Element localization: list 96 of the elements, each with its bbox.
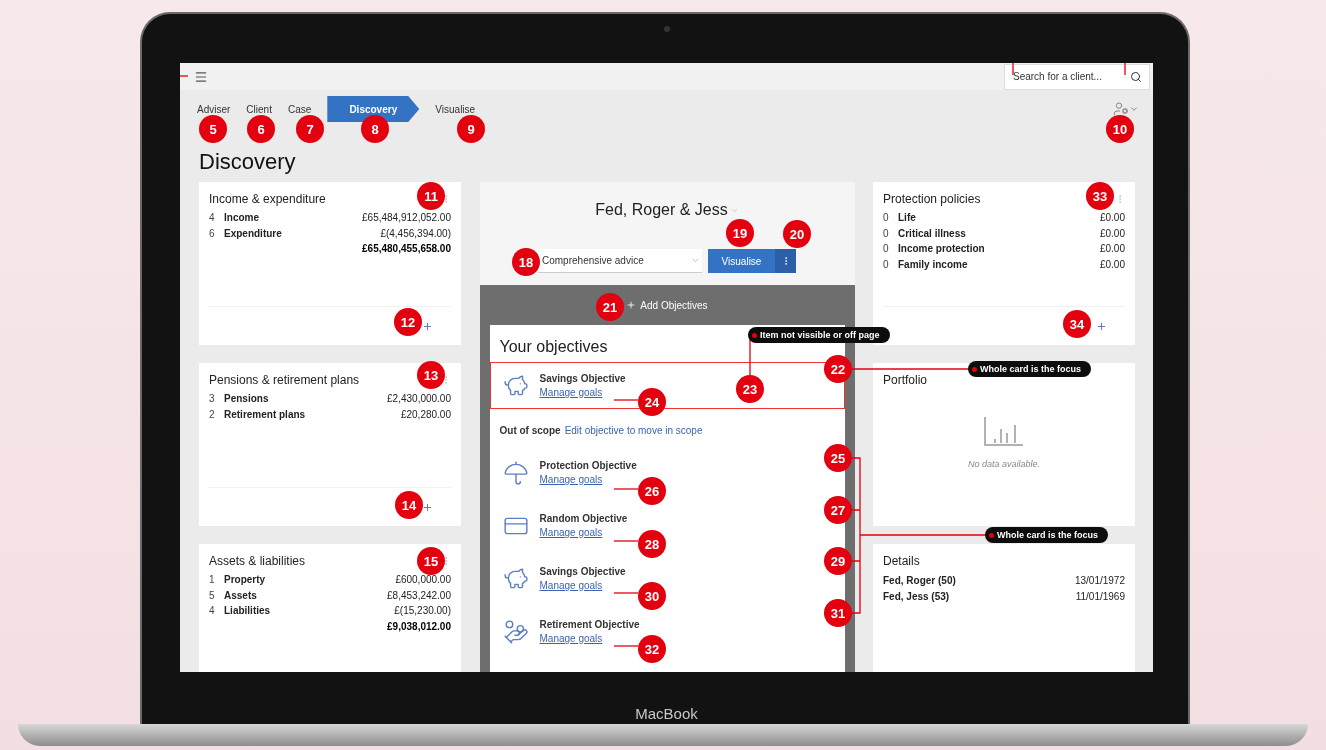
total-value: £9,038,012.00	[387, 619, 451, 634]
objective-title: Protection Objective	[539, 460, 637, 471]
row-label: Property	[224, 573, 267, 587]
bar-chart-icon	[983, 414, 1025, 447]
card-title: Income & expenditure	[209, 192, 326, 206]
row-value: £8,453,242.00	[387, 588, 451, 603]
row-value: £0.00	[1099, 211, 1125, 225]
birth-date: 13/01/1972	[1074, 574, 1125, 588]
manage-goals-link[interactable]: Manage goals	[539, 580, 626, 591]
visualise-button[interactable]: Visualise	[708, 249, 775, 273]
edit-objective-link[interactable]: Edit objective to move in scope	[564, 425, 703, 436]
row-value: £(4,456,394.00)	[380, 226, 451, 241]
objective-title: Retirement Objective	[539, 619, 640, 630]
umbrella-icon	[502, 459, 529, 486]
callout-label: Item not vissible or off page	[748, 327, 890, 343]
leader-line	[1012, 62, 1014, 76]
row-label: Pensions	[224, 392, 270, 406]
step-tab[interactable]: Adviser	[197, 103, 231, 115]
row-label: Critical illness	[898, 226, 967, 241]
add-icon[interactable]	[422, 320, 433, 332]
row-count: 3	[209, 392, 216, 406]
leader-line	[613, 399, 639, 401]
card-title: Protection policies	[883, 192, 981, 206]
person-name: Fed, Jess (53)	[883, 589, 950, 604]
row-count: 2	[209, 407, 216, 422]
row-count: 0	[883, 242, 890, 256]
row-value: £20,280.00	[400, 407, 451, 422]
row-count: 5	[209, 588, 216, 603]
chevron-down-icon	[691, 256, 700, 265]
row-value: £600,000.00	[395, 573, 451, 587]
row-count: 1	[209, 573, 216, 587]
manage-goals-link[interactable]: Manage goals	[539, 633, 640, 644]
add-icon[interactable]	[1096, 320, 1107, 332]
card-title: Details	[883, 554, 921, 568]
device-label: MacBook	[635, 705, 698, 722]
step-tab[interactable]: Visualise	[435, 103, 476, 115]
row-value: £0.00	[1099, 257, 1125, 272]
objective-title: Savings Objective	[539, 373, 626, 384]
row-label: Life	[898, 211, 917, 225]
leader-line	[613, 592, 639, 594]
leader-line	[179, 75, 189, 77]
leader-line	[613, 540, 639, 542]
add-objectives-button[interactable]: Add Objectives	[626, 285, 708, 325]
row-label: Expenditure	[224, 226, 283, 241]
person-name: Fed, Roger (50)	[883, 574, 956, 588]
row-count: 4	[209, 211, 216, 225]
plus-icon	[626, 300, 637, 310]
birth-date: 11/01/1969	[1075, 589, 1125, 604]
menu-icon[interactable]	[194, 69, 208, 84]
out-of-scope-label: Out of scope	[499, 425, 561, 436]
empty-message: No data available.	[967, 458, 1041, 469]
client-name: Fed, Roger & Jess	[595, 201, 728, 219]
row-label: Liabilities	[224, 604, 272, 618]
chevron-down-icon[interactable]	[1129, 104, 1139, 114]
row-count: 0	[883, 257, 890, 272]
step-tab[interactable]: Discovery	[327, 96, 420, 122]
row-value: £65,484,912,052.00	[362, 211, 451, 225]
page-title: Discovery	[199, 148, 297, 176]
row-count: 4	[209, 604, 216, 618]
card-title: Pensions & retirement plans	[209, 373, 360, 387]
card-title: Portfolio	[883, 373, 929, 387]
row-count: 6	[209, 226, 216, 241]
search-field[interactable]: Search for a client...	[1004, 63, 1150, 90]
manage-goals-link[interactable]: Manage goals	[539, 474, 637, 485]
total-value: £65,480,455,658.00	[362, 242, 451, 256]
search-icon[interactable]	[1130, 70, 1142, 83]
add-icon[interactable]	[422, 501, 433, 513]
objectives-heading: Your objectives	[499, 338, 608, 356]
objective-title: Random Objective	[539, 513, 628, 524]
row-value: £(15,230.00)	[394, 604, 451, 618]
hand-coins-icon	[502, 618, 529, 645]
step-tab[interactable]: Case	[287, 103, 312, 115]
row-label: Retirement plans	[224, 407, 307, 422]
advice-select[interactable]: Comprehensive advice	[538, 249, 702, 273]
row-label: Assets	[224, 588, 258, 603]
row-label: Income	[224, 211, 260, 225]
manage-goals-link[interactable]: Manage goals	[539, 387, 626, 398]
objective-title: Savings Objective	[539, 566, 626, 577]
row-count: 0	[883, 226, 890, 241]
callout-label: Whole card is the focus	[968, 361, 1092, 377]
row-value: £0.00	[1099, 226, 1125, 241]
row-label: Family income	[898, 257, 969, 272]
step-tab[interactable]: Client	[246, 103, 272, 115]
leader-line	[613, 645, 639, 647]
callout-label: Whole card is the focus	[985, 527, 1109, 543]
row-label: Income protection	[898, 242, 986, 256]
row-count: 0	[883, 211, 890, 225]
leader-line	[1124, 62, 1126, 76]
row-value: £0.00	[1099, 242, 1125, 256]
leader-line	[613, 488, 639, 490]
card-title: Assets & liabilities	[209, 554, 306, 568]
more-button[interactable]	[775, 249, 796, 273]
camera-dot	[663, 25, 670, 32]
manage-goals-link[interactable]: Manage goals	[539, 527, 628, 538]
user-settings-icon[interactable]	[1113, 101, 1129, 117]
row-value: £2,430,000.00	[387, 392, 451, 406]
